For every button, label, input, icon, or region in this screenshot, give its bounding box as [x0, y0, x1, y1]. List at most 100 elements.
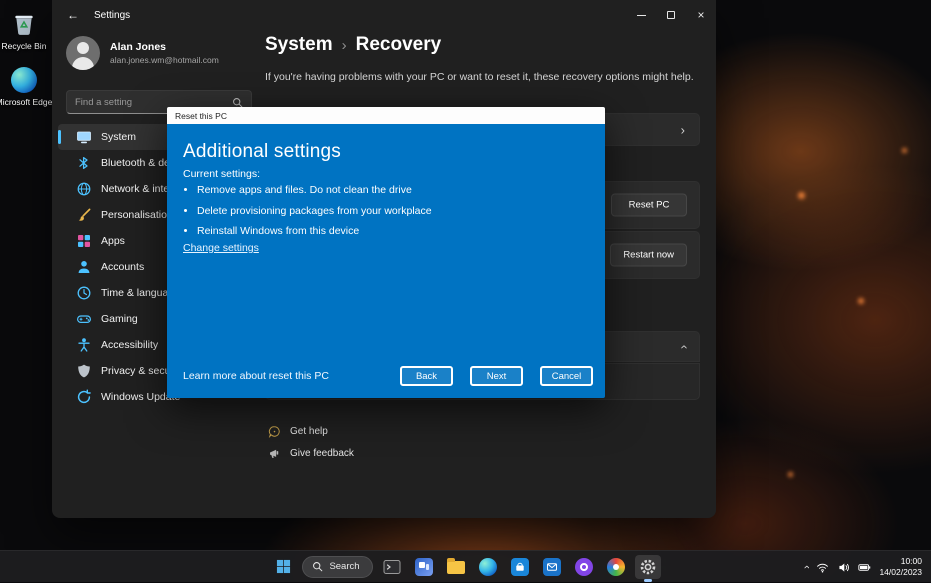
person-icon: [76, 259, 92, 275]
wifi-icon[interactable]: [816, 561, 829, 574]
page-description: If you're having problems with your PC o…: [265, 71, 713, 83]
help-bubble-icon: [268, 425, 281, 438]
page-title: Recovery: [356, 34, 442, 56]
microsoft-edge-shortcut[interactable]: Microsoft Edge: [0, 66, 53, 107]
current-settings-list: Remove apps and files. Do not clean the …: [183, 184, 432, 246]
desktop-icon-label: Recycle Bin: [0, 41, 53, 51]
cancel-dialog-button[interactable]: Cancel: [540, 366, 593, 386]
restart-now-button[interactable]: Restart now: [610, 244, 687, 267]
store-icon: [511, 558, 529, 576]
edge-app-button[interactable]: [475, 555, 501, 579]
volume-icon[interactable]: [837, 561, 850, 574]
mail-icon: [543, 558, 561, 576]
recycle-bin-icon: [10, 10, 38, 38]
search-input[interactable]: [67, 97, 232, 108]
setting-bullet: Reinstall Windows from this device: [197, 225, 432, 237]
next-dialog-button[interactable]: Next: [470, 366, 523, 386]
get-help-label: Get help: [290, 426, 328, 437]
terminal-icon: [383, 559, 401, 575]
clock-date: 14/02/2023: [879, 567, 922, 578]
learn-more-link[interactable]: Learn more about reset this PC: [183, 370, 329, 382]
reset-pc-dialog: Reset this PC Additional settings Curren…: [167, 107, 605, 398]
window-controls: ×: [626, 0, 716, 30]
sidebar-item-label: Apps: [101, 235, 125, 247]
breadcrumb-system[interactable]: System: [265, 34, 333, 56]
taskbar-search[interactable]: Search: [302, 556, 372, 578]
terminal-app-button[interactable]: [379, 555, 405, 579]
taskbar-clock[interactable]: 10:00 14/02/2023: [879, 556, 922, 578]
apps-grid-icon: [76, 233, 92, 249]
battery-icon[interactable]: [858, 561, 871, 574]
user-name: Alan Jones: [110, 41, 219, 53]
desktop-icon-label: Microsoft Edge: [0, 97, 53, 107]
chevron-up-icon: ›: [676, 344, 689, 348]
clock-icon: [76, 285, 92, 301]
taskbar-search-label: Search: [329, 561, 359, 572]
file-explorer-button[interactable]: [443, 555, 469, 579]
dialog-title: Reset this PC: [175, 111, 227, 121]
feedback-megaphone-icon: [268, 447, 281, 460]
wallpaper-glow-dot: [902, 148, 907, 153]
minimize-icon: [637, 15, 646, 16]
avatar: [66, 36, 100, 70]
update-icon: [76, 389, 92, 405]
breadcrumb-separator-icon: ›: [342, 37, 347, 54]
photos-app-button[interactable]: [603, 555, 629, 579]
sidebar-item-label: Accounts: [101, 261, 144, 273]
gamepad-icon: [76, 311, 92, 327]
reset-pc-button[interactable]: Reset PC: [611, 194, 687, 217]
file-explorer-icon: [447, 561, 465, 574]
widgets-app-button[interactable]: [411, 555, 437, 579]
sidebar-item-label: Personalisation: [101, 209, 173, 221]
dialog-body: Additional settings Current settings: Re…: [167, 124, 605, 398]
settings-gear-icon: [639, 558, 657, 576]
mail-app-button[interactable]: [539, 555, 565, 579]
widgets-icon: [415, 558, 433, 576]
system-icon: [76, 129, 92, 145]
start-button[interactable]: [270, 555, 296, 579]
wallpaper-glow-dot: [798, 192, 805, 199]
dialog-buttons: Back Next Cancel: [400, 366, 593, 386]
setting-bullet: Delete provisioning packages from your w…: [197, 205, 432, 217]
edge-icon: [479, 558, 497, 576]
store-app-button[interactable]: [507, 555, 533, 579]
shield-icon: [76, 363, 92, 379]
hidden-icons-chevron-icon[interactable]: ›: [801, 565, 813, 569]
sidebar-item-label: Gaming: [101, 313, 138, 325]
bluetooth-icon: [76, 155, 92, 171]
window-title: Settings: [94, 10, 130, 21]
maximize-button[interactable]: [656, 0, 686, 30]
back-dialog-button[interactable]: Back: [400, 366, 453, 386]
office-icon: [575, 558, 593, 576]
sidebar-item-label: System: [101, 131, 136, 143]
search-icon: [232, 97, 243, 108]
dialog-titlebar: Reset this PC: [167, 107, 605, 124]
recycle-bin-shortcut[interactable]: Recycle Bin: [0, 10, 53, 51]
brush-icon: [76, 207, 92, 223]
close-button[interactable]: ×: [686, 0, 716, 30]
edge-icon: [10, 66, 38, 94]
office-app-button[interactable]: [571, 555, 597, 579]
wallpaper-glow-dot: [858, 298, 864, 304]
window-titlebar: ← Settings ×: [52, 0, 716, 30]
breadcrumb: System › Recovery: [265, 34, 441, 56]
user-profile: Alan Jones alan.jones.wm@hotmail.com: [66, 36, 219, 70]
give-feedback-link[interactable]: Give feedback: [268, 447, 354, 460]
back-button[interactable]: ←: [60, 5, 86, 25]
chevron-right-icon: ›: [681, 123, 685, 136]
search-icon: [312, 561, 323, 572]
change-settings-link[interactable]: Change settings: [183, 242, 259, 254]
get-help-link[interactable]: Get help: [268, 425, 328, 438]
minimize-button[interactable]: [626, 0, 656, 30]
globe-icon: [76, 181, 92, 197]
close-icon: ×: [697, 9, 704, 21]
taskbar: Search ›: [0, 550, 931, 582]
dialog-heading: Additional settings: [183, 141, 341, 163]
maximize-icon: [667, 11, 675, 19]
settings-app-button[interactable]: [635, 555, 661, 579]
setting-bullet: Remove apps and files. Do not clean the …: [197, 184, 432, 196]
current-settings-label: Current settings:: [183, 168, 260, 180]
user-email: alan.jones.wm@hotmail.com: [110, 55, 219, 65]
give-feedback-label: Give feedback: [290, 448, 354, 459]
wallpaper-glow-dot: [788, 472, 793, 477]
